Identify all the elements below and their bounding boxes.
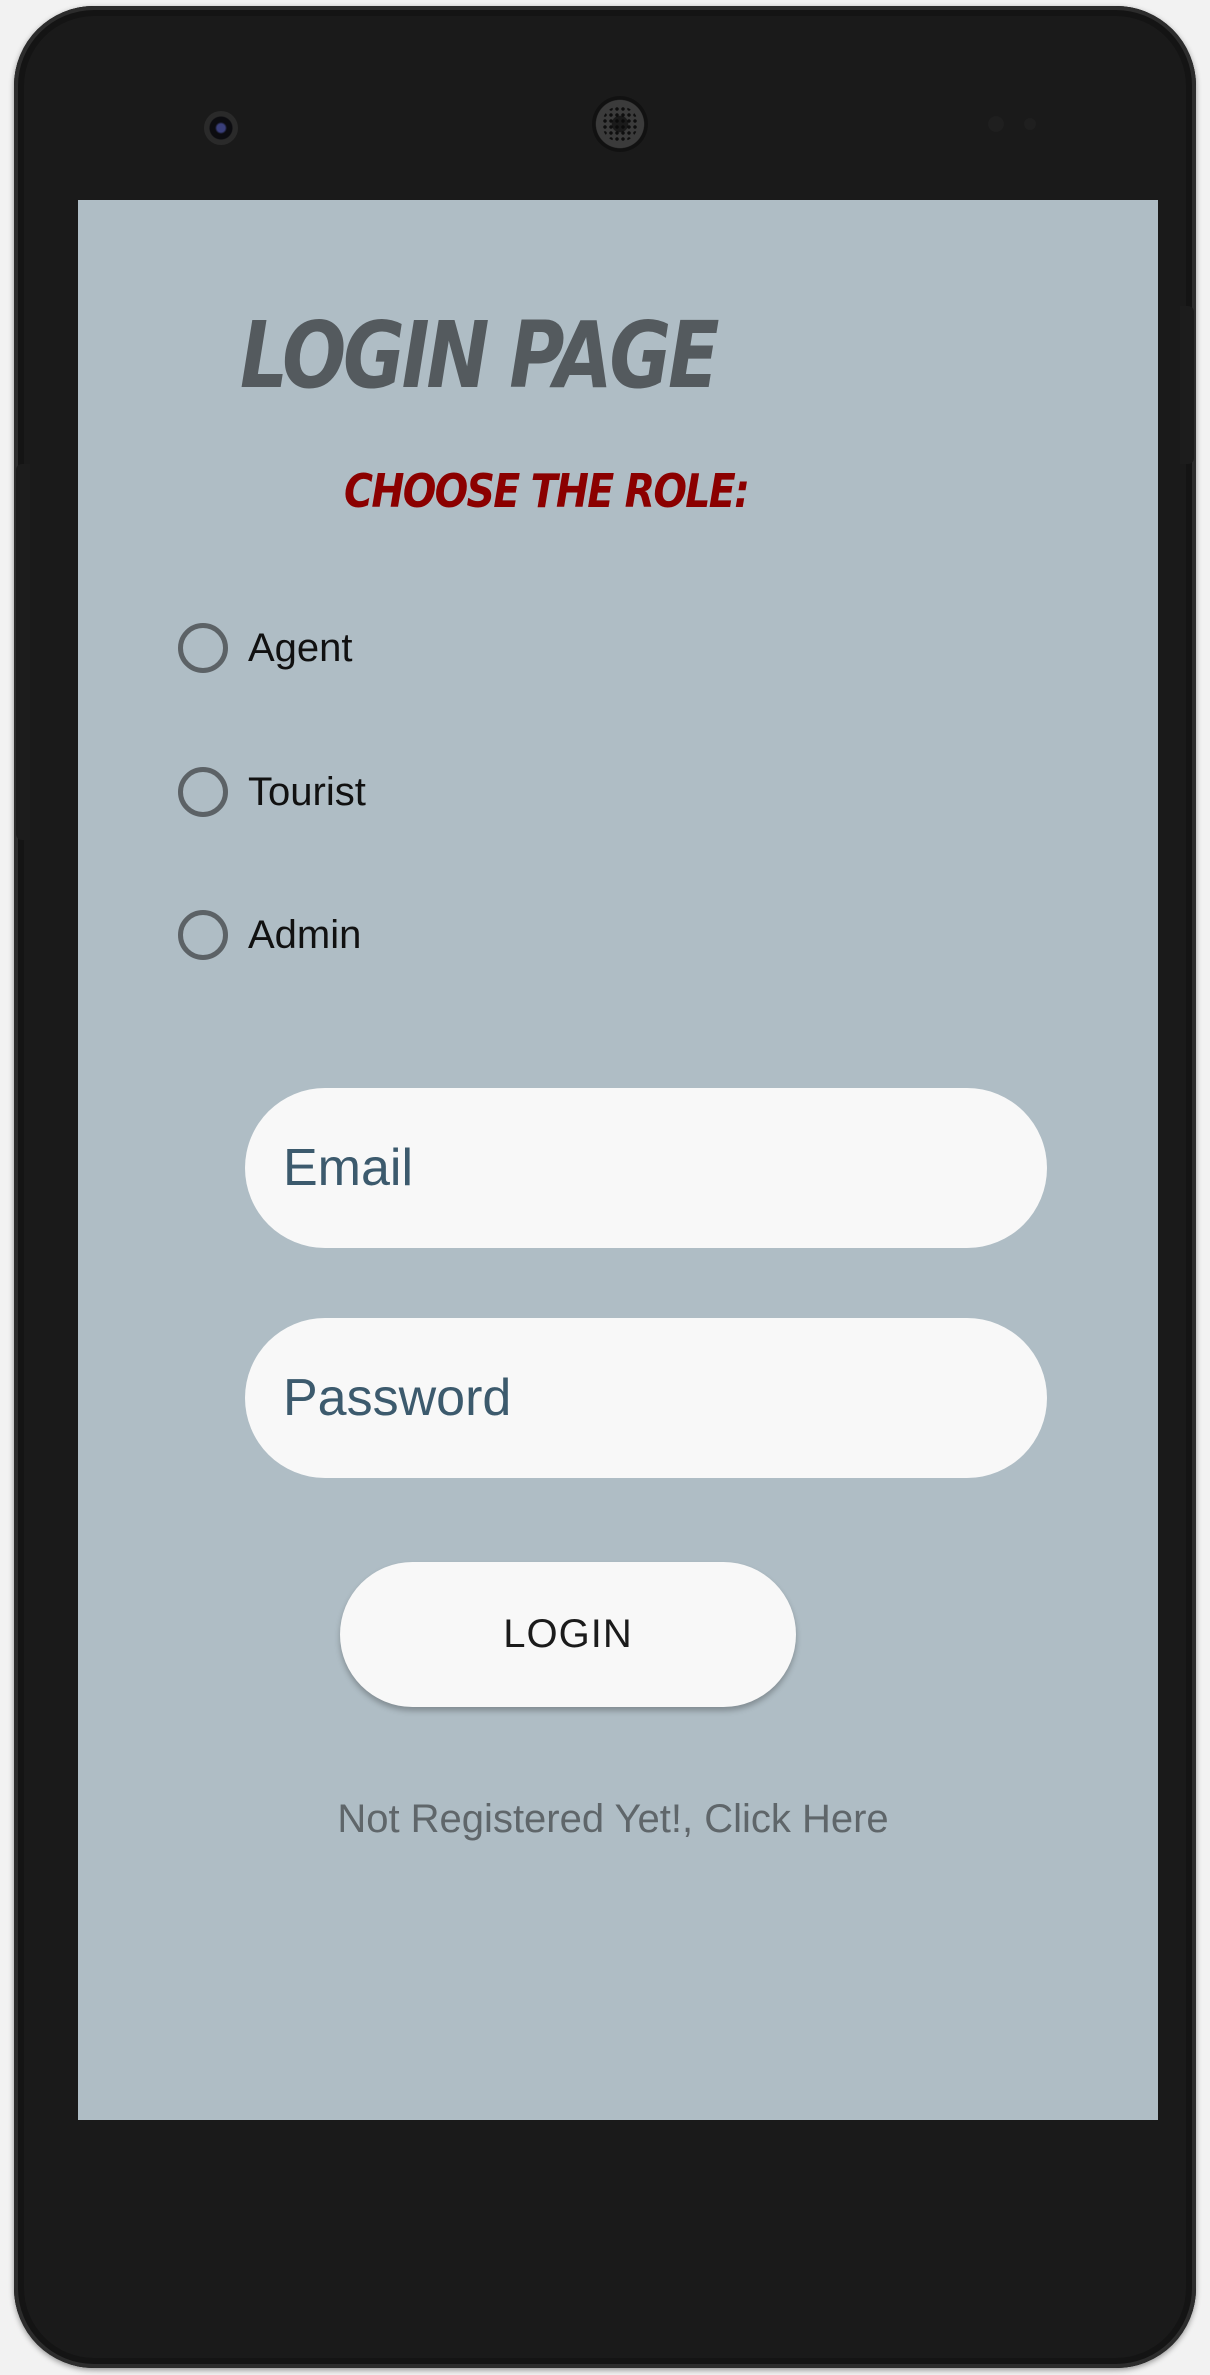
proximity-sensor — [988, 116, 1004, 132]
login-button[interactable]: LOGIN — [340, 1562, 796, 1707]
radio-agent-label: Agent — [248, 625, 353, 670]
radio-tourist[interactable]: Tourist — [178, 760, 366, 824]
phone-frame: LOGIN PAGE CHOOSE THE ROLE: Agent Touris… — [14, 6, 1196, 2368]
register-link[interactable]: Not Registered Yet!, Click Here — [78, 1797, 1148, 1842]
role-heading: CHOOSE THE ROLE: — [344, 464, 750, 518]
light-sensor — [1024, 118, 1036, 130]
radio-admin-label: Admin — [248, 912, 362, 957]
radio-admin[interactable]: Admin — [178, 903, 361, 967]
front-camera-icon — [204, 111, 238, 145]
radio-unchecked-icon[interactable] — [178, 767, 228, 817]
password-input[interactable] — [245, 1318, 1047, 1478]
email-input[interactable] — [245, 1088, 1047, 1248]
page-title: LOGIN PAGE — [240, 302, 720, 409]
power-button — [1180, 306, 1194, 464]
radio-unchecked-icon[interactable] — [178, 623, 228, 673]
volume-button — [16, 464, 30, 840]
radio-unchecked-icon[interactable] — [178, 910, 228, 960]
app-screen: LOGIN PAGE CHOOSE THE ROLE: Agent Touris… — [78, 200, 1158, 2120]
speaker-grille — [602, 106, 638, 142]
radio-agent[interactable]: Agent — [178, 616, 353, 680]
radio-tourist-label: Tourist — [248, 769, 366, 814]
